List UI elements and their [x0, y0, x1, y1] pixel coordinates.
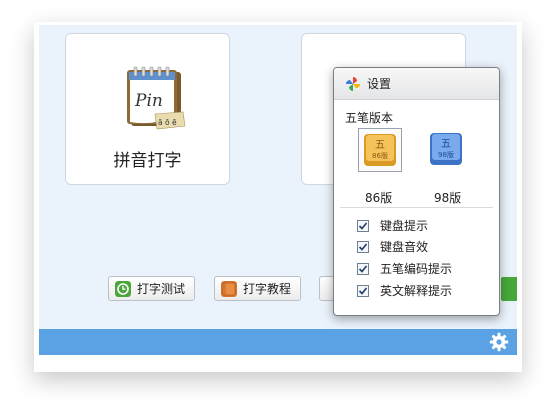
- pinyin-calendar-icon: Pin ā ō ē: [127, 66, 186, 130]
- popup-divider: [340, 207, 493, 208]
- option-wubi-code-hint-label: 五笔编码提示: [380, 262, 453, 276]
- option-keyboard-sound[interactable]: 键盘音效: [357, 238, 428, 255]
- wubi-86-key-char: 五: [375, 140, 385, 151]
- clock-icon: [115, 280, 131, 297]
- typing-tutorial-label: 打字教程: [243, 282, 292, 296]
- checkbox-keyboard-sound[interactable]: [357, 240, 369, 253]
- green-action-button[interactable]: [501, 277, 517, 301]
- wubi-version-title: 五笔版本: [345, 111, 394, 125]
- typing-test-button[interactable]: 打字测试: [108, 276, 195, 301]
- wubi-86-key-sub: 86版: [372, 151, 388, 160]
- option-keyboard-sound-label: 键盘音效: [380, 240, 429, 254]
- option-keyboard-hint-label: 键盘提示: [380, 219, 429, 233]
- checkmark-icon: [358, 264, 368, 273]
- book-icon: [221, 280, 237, 297]
- checkmark-icon: [358, 221, 368, 230]
- option-wubi-code-hint[interactable]: 五笔编码提示: [357, 260, 452, 277]
- wubi-98-key-icon: 五 98版: [430, 133, 462, 165]
- wubi-98-label: 98版: [434, 191, 462, 205]
- checkmark-icon: [358, 242, 368, 251]
- bottom-status-bar: [39, 329, 517, 355]
- wubi-98-option[interactable]: 五 98版: [425, 128, 469, 172]
- checkbox-keyboard-hint[interactable]: [357, 219, 369, 232]
- option-english-explain-hint-label: 英文解释提示: [380, 284, 453, 298]
- typing-test-label: 打字测试: [137, 282, 186, 296]
- wubi-98-key-char: 五: [441, 139, 451, 150]
- pin-icon-text: Pin: [134, 91, 163, 111]
- option-english-explain-hint[interactable]: 英文解释提示: [357, 282, 452, 299]
- checkbox-english-explain-hint[interactable]: [357, 284, 369, 297]
- settings-popup-title: 设置: [367, 77, 392, 91]
- settings-popup-header: 设置: [334, 68, 499, 100]
- wubi-86-label: 86版: [365, 191, 393, 205]
- pinyin-typing-label: 拼音打字: [113, 151, 182, 171]
- wubi-86-key-icon: 五 86版: [364, 134, 396, 166]
- gear-icon[interactable]: [489, 332, 509, 352]
- pinwheel-icon: [346, 76, 360, 91]
- option-keyboard-hint[interactable]: 键盘提示: [357, 217, 428, 234]
- checkmark-icon: [358, 286, 368, 295]
- settings-popup: 设置 五笔版本 五 86版 五 98版 86版 98版 键盘提示 键盘音效 五笔…: [333, 67, 500, 316]
- pinyin-typing-card[interactable]: Pin ā ō ē 拼音打字: [65, 33, 230, 185]
- typing-tutorial-button[interactable]: 打字教程: [214, 276, 301, 301]
- pin-icon-sub: ā ō ē: [158, 118, 177, 127]
- checkbox-wubi-code-hint[interactable]: [357, 262, 369, 275]
- wubi-98-key-sub: 98版: [438, 150, 454, 159]
- wubi-86-option[interactable]: 五 86版: [358, 128, 402, 172]
